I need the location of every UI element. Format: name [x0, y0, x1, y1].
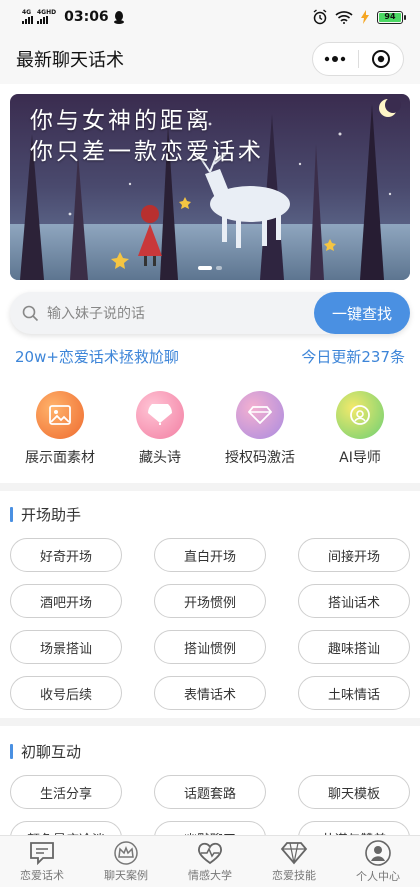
- user-icon: [365, 839, 391, 866]
- tag-button[interactable]: 直白开场: [154, 538, 266, 572]
- section-opening-assistant: 开场助手 好奇开场 直白开场 间接开场 酒吧开场 开场惯例 搭讪话术 场景搭讪 …: [0, 491, 420, 718]
- tab-chat-cases[interactable]: 聊天案例: [84, 836, 168, 887]
- tab-label: 个人中心: [356, 869, 400, 883]
- tab-love-scripts[interactable]: 恋爱话术: [0, 836, 84, 887]
- stats-right: 今日更新237条: [301, 348, 405, 366]
- search-input[interactable]: 输入妹子说的话: [10, 303, 314, 323]
- tag-button[interactable]: 场景搭讪: [10, 630, 122, 664]
- clock: 03:06: [64, 9, 109, 25]
- crown-icon: [114, 840, 138, 865]
- banner-line-2: 你只差一款恋爱话术: [30, 139, 264, 165]
- tag-button[interactable]: 颜色是应冷淡: [10, 821, 122, 835]
- feature-showcase-material[interactable]: 展示面素材: [10, 391, 110, 467]
- charging-icon: [361, 10, 369, 24]
- feature-ai-mentor[interactable]: AI导师: [310, 391, 410, 467]
- wifi-icon: [335, 11, 353, 24]
- more-dots-icon: [325, 56, 346, 62]
- tag-button[interactable]: 搭讪话术: [298, 584, 410, 618]
- section-title: 开场助手: [21, 505, 82, 524]
- banner-slogan: 你与女神的距离 你只差一款恋爱话术: [30, 106, 264, 168]
- tag-button[interactable]: 生活分享: [10, 775, 122, 809]
- more-button[interactable]: [313, 43, 358, 75]
- section-first-chat: 初聊互动 生活分享 话题套路 聊天模板 颜色是应冷淡 幽默聊天 共谋与赞美: [0, 726, 420, 835]
- tag-button[interactable]: 表情话术: [154, 676, 266, 710]
- carousel-dot[interactable]: [216, 266, 222, 270]
- section-accent-bar: [10, 506, 13, 522]
- feature-label: 授权码激活: [225, 450, 295, 466]
- feature-auth-code[interactable]: 授权码激活: [210, 391, 310, 467]
- search-placeholder: 输入妹子说的话: [47, 306, 145, 322]
- stats-row: 20w+恋爱话术拯救尬聊 今日更新237条: [10, 346, 410, 367]
- signal-indicator-2: 4GHD: [37, 10, 56, 24]
- page-title: 最新聊天话术: [16, 50, 124, 71]
- tag-button[interactable]: 幽默聊天: [154, 821, 266, 835]
- tab-love-skills[interactable]: 恋爱技能: [252, 836, 336, 887]
- tag-grid: 好奇开场 直白开场 间接开场 酒吧开场 开场惯例 搭讪话术 场景搭讪 搭讪惯例 …: [10, 538, 410, 710]
- tag-button[interactable]: 共谋与赞美: [298, 821, 410, 835]
- nav-bar: 最新聊天话术: [0, 34, 420, 84]
- battery-indicator: 94: [377, 10, 406, 24]
- alarm-icon: [313, 9, 327, 25]
- feature-label: 展示面素材: [25, 450, 95, 466]
- tab-bar: 恋爱话术 聊天案例 情感大学 恋爱技能 个人中心: [0, 835, 420, 887]
- carousel-dot[interactable]: [198, 266, 212, 270]
- tag-button[interactable]: 好奇开场: [10, 538, 122, 572]
- qq-penguin-icon: [113, 11, 124, 24]
- section-accent-bar: [10, 743, 13, 759]
- heart-icon: [197, 842, 223, 864]
- tag-button[interactable]: 聊天模板: [298, 775, 410, 809]
- banner-line-1: 你与女神的距离: [30, 108, 212, 134]
- search-button[interactable]: 一键查找: [314, 292, 410, 334]
- tag-button[interactable]: 酒吧开场: [10, 584, 122, 618]
- feature-grid: 展示面素材 藏头诗 授权码激活 AI导师: [10, 391, 410, 467]
- gem-icon: [280, 841, 308, 864]
- target-circle-icon: [371, 50, 390, 68]
- tab-label: 恋爱话术: [20, 868, 64, 882]
- section-title: 初聊互动: [21, 742, 82, 761]
- tab-label: 情感大学: [188, 868, 232, 882]
- tag-button[interactable]: 土味情话: [298, 676, 410, 710]
- stats-left: 20w+恋爱话术拯救尬聊: [15, 348, 179, 366]
- fan-icon: [136, 391, 184, 439]
- tag-button[interactable]: 话题套路: [154, 775, 266, 809]
- close-miniprogram-button[interactable]: [359, 43, 404, 75]
- tag-button[interactable]: 收号后续: [10, 676, 122, 710]
- signal-indicator-1: 4G: [22, 10, 33, 24]
- robot-icon: [336, 391, 384, 439]
- image-icon: [36, 391, 84, 439]
- tab-label: 恋爱技能: [272, 868, 316, 882]
- banner-carousel[interactable]: 你与女神的距离 你只差一款恋爱话术: [10, 94, 410, 280]
- miniprogram-capsule: [312, 42, 404, 76]
- tag-button[interactable]: 间接开场: [298, 538, 410, 572]
- carousel-dots: [198, 266, 222, 270]
- tag-button[interactable]: 搭讪惯例: [154, 630, 266, 664]
- tag-grid: 生活分享 话题套路 聊天模板 颜色是应冷淡 幽默聊天 共谋与赞美: [10, 775, 410, 835]
- tab-label: 聊天案例: [104, 868, 148, 882]
- tag-button[interactable]: 开场惯例: [154, 584, 266, 618]
- feature-label: AI导师: [339, 450, 381, 466]
- main-content[interactable]: 你与女神的距离 你只差一款恋爱话术 输入妹子说的话 一键查找 20w+恋爱话术拯…: [0, 84, 420, 835]
- status-bar: 4G 4GHD 03:06 94: [0, 0, 420, 34]
- chat-icon: [30, 841, 54, 865]
- tab-personal-center[interactable]: 个人中心: [336, 836, 420, 887]
- diamond-icon: [236, 391, 284, 439]
- search-icon: [22, 305, 39, 321]
- tab-emotion-university[interactable]: 情感大学: [168, 836, 252, 887]
- battery-level: 94: [379, 12, 401, 22]
- feature-label: 藏头诗: [139, 450, 181, 466]
- tag-button[interactable]: 趣味搭讪: [298, 630, 410, 664]
- feature-acrostic-poem[interactable]: 藏头诗: [110, 391, 210, 467]
- search-bar: 输入妹子说的话 一键查找: [10, 292, 410, 334]
